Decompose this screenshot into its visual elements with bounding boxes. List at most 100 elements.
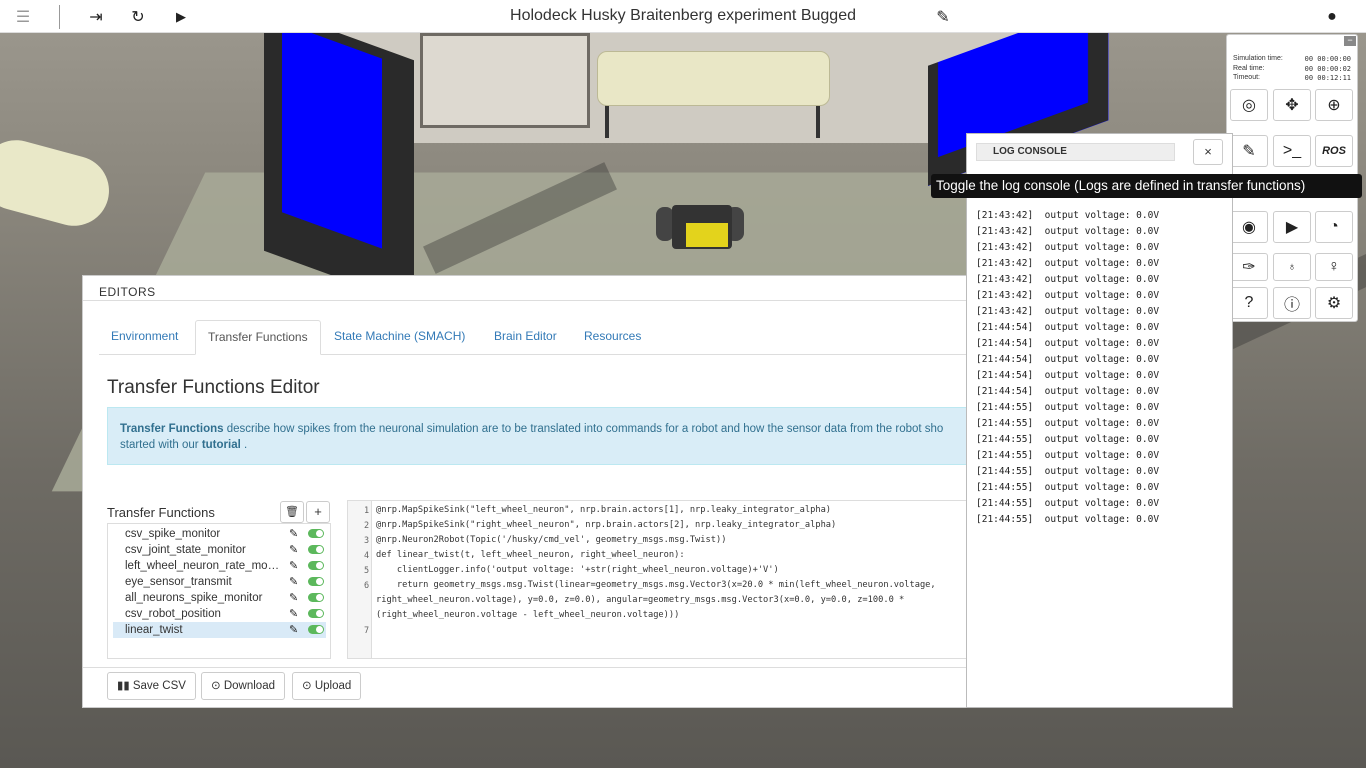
log-line: [21:43:42] output voltage: 0.0V [976,290,1159,301]
editors-header[interactable]: EDITORS [83,276,981,301]
upload-label: Upload [314,680,352,692]
edit-icon[interactable]: ✎ [1230,135,1268,167]
log-message: output voltage: 0.0V [1044,386,1160,397]
minimize-button[interactable]: − [1344,36,1356,46]
list-item-selected[interactable]: linear_twist ✎ [113,622,326,638]
tf-name: all_neurons_spike_monitor [125,592,263,604]
move-icon[interactable]: ✥ [1273,89,1311,121]
tf-name: eye_sensor_transmit [125,576,232,588]
list-item[interactable]: left_wheel_neuron_rate_monitor ✎ [113,558,326,574]
log-message: output voltage: 0.0V [1044,210,1160,221]
log-line: [21:44:55] output voltage: 0.0V [976,434,1159,445]
log-timestamp: [21:44:54] [976,322,1034,333]
log-message: output voltage: 0.0V [1044,242,1160,253]
upload-icon: ⊙ [302,680,315,692]
exit-icon[interactable]: ⇥ [85,6,107,28]
log-timestamp: [21:44:55] [976,482,1034,493]
list-item[interactable]: csv_robot_position ✎ [113,606,326,622]
toggle-switch[interactable] [308,609,324,618]
code-editor[interactable]: 1 @nrp.MapSpikeSink("left_wheel_neuron", … [347,500,983,659]
tab-environment[interactable]: Environment [99,320,190,355]
pencil-icon[interactable]: ✎ [289,574,298,590]
log-console-title[interactable]: LOG CONSOLE [976,143,1175,161]
ros-button[interactable]: ROS [1315,135,1353,167]
lightbulb-small-icon[interactable]: ♁ [1273,253,1311,281]
robot-plate [686,223,728,247]
tab-state-machine[interactable]: State Machine (SMACH) [322,320,477,355]
toggle-switch[interactable] [308,561,324,570]
tutorial-link[interactable]: tutorial [202,439,241,451]
log-timestamp: [21:44:54] [976,386,1034,397]
play-icon[interactable]: ▶ [170,6,192,28]
husky-robot[interactable] [656,195,744,265]
video-icon[interactable]: ▶ [1273,211,1311,243]
tab-brain-editor[interactable]: Brain Editor [482,320,569,355]
line-number: 3 [364,536,370,546]
log-timestamp: [21:44:54] [976,370,1034,381]
log-line: [21:43:42] output voltage: 0.0V [976,226,1159,237]
toggle-switch[interactable] [308,529,324,538]
user-icon[interactable]: ● [1321,6,1343,28]
log-timestamp: [21:43:42] [976,290,1034,301]
compass-icon[interactable]: ◎ [1230,89,1268,121]
left-screen [282,33,382,249]
log-timestamp: [21:44:54] [976,338,1034,349]
pencil-icon[interactable]: ✎ [289,542,298,558]
log-message: output voltage: 0.0V [1044,434,1160,445]
log-line: [21:44:55] output voltage: 0.0V [976,402,1159,413]
editors-panel: EDITORS Environment Transfer Functions S… [82,275,983,708]
menu-icon[interactable]: ☰ [12,6,34,28]
trash-icon: 🗑 [285,506,299,518]
pencil-icon[interactable]: ✎ [289,590,298,606]
log-line: [21:44:54] output voltage: 0.0V [976,370,1159,381]
timeout-value: 00 00:12:11 [1304,74,1351,82]
add-tf-button[interactable]: + [306,501,330,523]
code-line: right_wheel_neuron.voltage), y=0.0, z=0.… [376,595,905,605]
delete-tf-button[interactable]: 🗑 [280,501,304,523]
save-csv-button[interactable]: ▮▮ Save CSV [107,672,196,700]
list-item[interactable]: csv_joint_state_monitor ✎ [113,542,326,558]
toggle-switch[interactable] [308,545,324,554]
edit-title-icon[interactable]: ✎ [932,6,954,28]
log-line: [21:44:55] output voltage: 0.0V [976,514,1159,525]
download-button[interactable]: ⊙ Download [201,672,285,700]
list-item[interactable]: all_neurons_spike_monitor ✎ [113,590,326,606]
download-label: Download [223,680,275,692]
log-timestamp: [21:44:54] [976,354,1034,365]
tab-resources[interactable]: Resources [572,320,653,355]
toggle-switch[interactable] [308,593,324,602]
list-item[interactable]: eye_sensor_transmit ✎ [113,574,326,590]
log-message: output voltage: 0.0V [1044,354,1160,365]
code-line: @nrp.MapSpikeSink("right_wheel_neuron", … [376,520,837,530]
eye-icon[interactable]: ◉ [1230,211,1268,243]
orbit-icon[interactable]: ⊕ [1315,89,1353,121]
tf-name: csv_robot_position [125,608,221,620]
close-button[interactable]: × [1193,139,1223,165]
pen-icon[interactable]: ✑ [1230,253,1268,281]
gauge-icon[interactable]: ◔ [1315,211,1353,243]
pencil-icon[interactable]: ✎ [289,526,298,542]
log-timestamp: [21:44:55] [976,498,1034,509]
toggle-switch[interactable] [308,577,324,586]
tab-transfer-functions[interactable]: Transfer Functions [195,320,321,355]
download-icon: ⊙ [211,680,224,692]
help-icon[interactable]: ? [1230,287,1268,319]
real-time-value: 00 00:00:02 [1304,65,1351,73]
terminal-icon[interactable]: >_ [1273,135,1311,167]
toggle-switch[interactable] [308,625,324,634]
lightbulb-icon[interactable]: ♀ [1315,253,1353,281]
log-message: output voltage: 0.0V [1044,482,1160,493]
tf-name: csv_spike_monitor [125,528,221,540]
log-timestamp: [21:43:42] [976,306,1034,317]
upload-button[interactable]: ⊙ Upload [292,672,362,700]
settings-icon[interactable]: ⚙ [1315,287,1353,319]
info-icon[interactable]: ⓘ [1273,287,1311,319]
log-timestamp: [21:43:42] [976,274,1034,285]
list-item[interactable]: csv_spike_monitor ✎ [113,526,326,542]
pencil-icon[interactable]: ✎ [289,622,298,638]
line-number: 6 [364,581,370,591]
pencil-icon[interactable]: ✎ [289,606,298,622]
reset-icon[interactable]: ↻ [127,6,149,28]
log-message: output voltage: 0.0V [1044,418,1160,429]
pencil-icon[interactable]: ✎ [289,558,298,574]
